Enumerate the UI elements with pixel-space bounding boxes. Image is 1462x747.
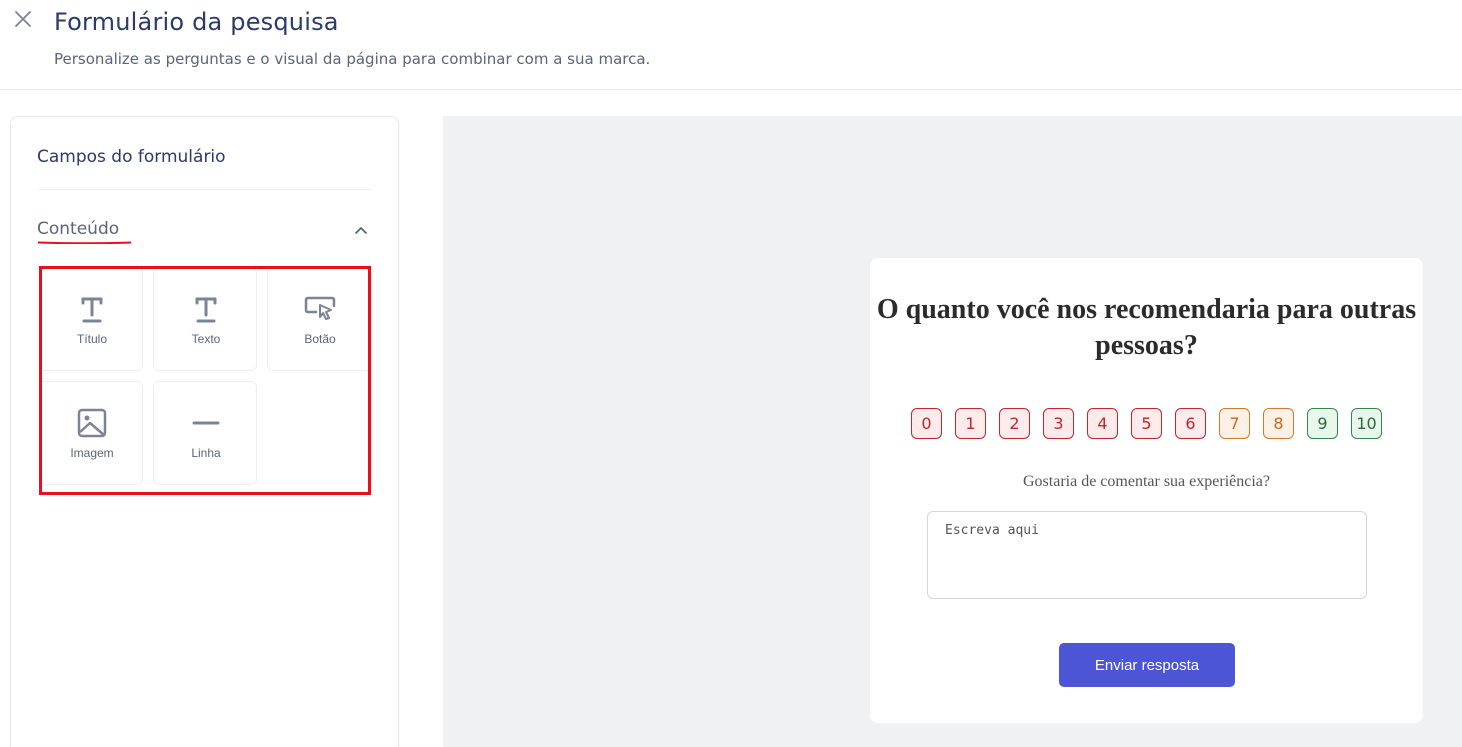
page-title: Formulário da pesquisa	[54, 8, 339, 36]
page-header: Formulário da pesquisa Personalize as pe…	[0, 0, 1462, 90]
comment-input[interactable]	[927, 511, 1367, 599]
annotation-highlight-box	[39, 266, 371, 495]
annotation-underline	[37, 241, 132, 244]
content-section-label: Conteúdo	[37, 219, 120, 239]
nps-score-8[interactable]: 8	[1263, 408, 1294, 439]
content-section-toggle[interactable]: Conteúdo	[37, 217, 372, 245]
survey-question: O quanto você nos recomendaria para outr…	[876, 294, 1417, 361]
divider	[37, 189, 372, 190]
nps-score-0[interactable]: 0	[911, 408, 942, 439]
nps-scale: 0 1 2 3 4 5 6 7 8 9 10	[911, 408, 1391, 440]
chevron-up-icon	[355, 227, 367, 234]
nps-score-6[interactable]: 6	[1175, 408, 1206, 439]
nps-score-3[interactable]: 3	[1043, 408, 1074, 439]
nps-score-4[interactable]: 4	[1087, 408, 1118, 439]
page-subtitle: Personalize as perguntas e o visual da p…	[54, 50, 651, 68]
nps-score-5[interactable]: 5	[1131, 408, 1162, 439]
survey-card: O quanto você nos recomendaria para outr…	[870, 258, 1423, 723]
nps-score-10[interactable]: 10	[1351, 408, 1382, 439]
panel-title: Campos do formulário	[37, 147, 226, 167]
form-preview-area: O quanto você nos recomendaria para outr…	[443, 116, 1462, 747]
form-fields-panel: Campos do formulário Conteúdo Título Tex…	[10, 116, 399, 747]
nps-score-2[interactable]: 2	[999, 408, 1030, 439]
nps-score-7[interactable]: 7	[1219, 408, 1250, 439]
nps-score-9[interactable]: 9	[1307, 408, 1338, 439]
close-icon[interactable]	[12, 8, 34, 30]
nps-score-1[interactable]: 1	[955, 408, 986, 439]
comment-label: Gostaria de comentar sua experiência?	[1023, 473, 1270, 490]
submit-button[interactable]: Enviar resposta	[1059, 643, 1235, 687]
